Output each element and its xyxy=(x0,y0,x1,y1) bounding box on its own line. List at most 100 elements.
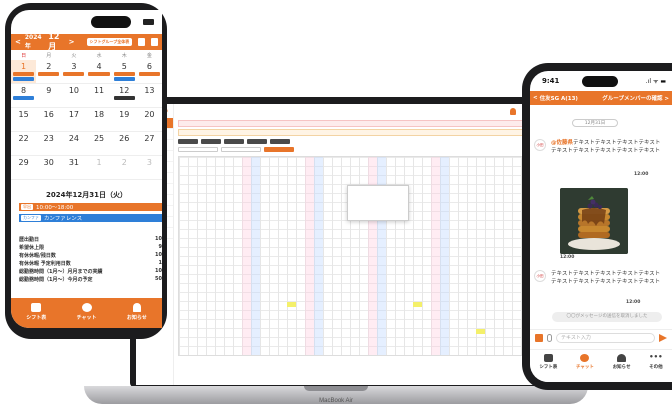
calendar-day[interactable]: 11 xyxy=(86,84,112,108)
shift-tag xyxy=(113,72,135,76)
battery-icon xyxy=(143,19,154,25)
attachment-icon[interactable] xyxy=(547,333,552,342)
day-number: 22 xyxy=(18,134,29,143)
calendar-day[interactable]: 16 xyxy=(36,108,62,132)
calendar-day[interactable]: 12 xyxy=(111,84,137,108)
filter-select[interactable] xyxy=(178,147,218,152)
mention[interactable]: @佐藤県 xyxy=(551,140,573,146)
day-number: 19 xyxy=(119,110,130,119)
tab-shift[interactable]: シフト表 xyxy=(26,303,46,321)
day-number: 11 xyxy=(93,86,105,95)
message-bubble[interactable]: テキストテキストテキストテキストテキストテキストテキストテキストテキストテキスト xyxy=(548,268,664,288)
calendar-day[interactable]: 1 xyxy=(11,60,37,84)
shift-event[interactable]: 早出 10:00～18:00 xyxy=(19,203,162,211)
message-time: 12:00 xyxy=(626,300,641,305)
calendar-day[interactable]: 3 xyxy=(61,60,87,84)
event-text: カンファレンス xyxy=(43,216,83,222)
apply-button[interactable] xyxy=(264,147,294,152)
toolbar-button[interactable] xyxy=(178,139,198,144)
shift-table[interactable] xyxy=(178,156,530,356)
calendar-day[interactable]: 26 xyxy=(111,132,137,156)
highlight-cell xyxy=(476,329,485,334)
shift-tag xyxy=(13,77,35,81)
tab-notice[interactable]: お知らせ xyxy=(613,354,630,370)
calendar-header: < 2024年 12月 > シフトグループ全体表 xyxy=(11,32,162,51)
day-number: 31 xyxy=(68,158,79,167)
toolbar-button[interactable] xyxy=(247,139,267,144)
calendar-day[interactable]: 19 xyxy=(111,108,137,132)
group-shift-button[interactable]: シフトグループ全体表 xyxy=(86,38,133,46)
calendar-day[interactable]: 22 xyxy=(11,132,37,156)
toolbar xyxy=(178,139,530,144)
day-number: 15 xyxy=(18,110,29,119)
calendar-icon xyxy=(31,303,42,312)
weekday-label: 水 xyxy=(96,53,102,59)
tab-shift[interactable]: シフト表 xyxy=(539,354,557,370)
tab-chat[interactable]: チャット xyxy=(77,303,97,321)
calendar-day[interactable]: 23 xyxy=(36,132,62,156)
prev-month-button[interactable]: < xyxy=(15,38,21,46)
day-number: 1 xyxy=(96,158,102,167)
day-number: 27 xyxy=(144,134,155,143)
calendar-day[interactable]: 6 xyxy=(136,60,162,84)
day-number: 5 xyxy=(121,62,127,71)
summary-label: 総勤務時間（1月〜）月月までの実績 xyxy=(19,269,103,275)
tab-label: シフト表 xyxy=(539,365,558,370)
calendar-day[interactable]: 18 xyxy=(86,108,112,132)
day-number: 10 xyxy=(68,86,79,95)
conference-event[interactable]: カンファ カンファレンス xyxy=(19,214,162,222)
calendar-day[interactable]: 10 xyxy=(61,84,87,108)
calendar-view-icon[interactable] xyxy=(138,38,146,46)
event-badge: カンファ xyxy=(21,215,41,221)
selected-date-title: 2024年12月31日（火） xyxy=(46,191,127,199)
day-number: 1 xyxy=(21,62,27,71)
toolbar-button[interactable] xyxy=(201,139,221,144)
calendar-day[interactable]: 24 xyxy=(61,132,87,156)
calendar-day[interactable]: 13 xyxy=(136,84,162,108)
calendar-day[interactable]: 15 xyxy=(11,108,37,132)
laptop-notch xyxy=(304,386,368,391)
weekend-column xyxy=(431,157,440,355)
message-bubble[interactable]: @佐藤県テキストテキストテキストテキストテキストテキストテキストテキストテキスト xyxy=(548,137,664,157)
bell-icon[interactable] xyxy=(510,107,516,115)
tab-other[interactable]: ••• その他 xyxy=(649,354,663,371)
day-number: 13 xyxy=(144,86,155,95)
shift-tag xyxy=(113,96,135,100)
back-button[interactable]: < xyxy=(533,95,538,101)
chat-icon xyxy=(81,303,92,312)
send-icon[interactable] xyxy=(659,333,667,342)
message-time: 12:00 xyxy=(634,172,649,177)
calendar-day[interactable]: 20 xyxy=(136,108,162,132)
member-confirm-link[interactable]: グループメンバーの確認 > xyxy=(602,94,669,102)
list-view-icon[interactable] xyxy=(151,38,158,46)
calendar-day[interactable]: 2 xyxy=(36,60,62,84)
image-icon[interactable] xyxy=(535,333,543,342)
weekend-column xyxy=(440,157,449,355)
day-number: 18 xyxy=(93,110,105,119)
message-input[interactable]: テキスト入力 xyxy=(556,332,655,343)
calendar-day[interactable]: 2 xyxy=(111,156,137,180)
tab-label: シフト表 xyxy=(26,315,47,321)
avatar[interactable]: 小田 xyxy=(534,270,546,282)
calendar-day[interactable]: 25 xyxy=(86,132,112,156)
calendar-day[interactable]: 4 xyxy=(86,60,112,84)
calendar-day[interactable]: 9 xyxy=(36,84,62,108)
calendar-day[interactable]: 5 xyxy=(111,60,137,84)
toolbar-button[interactable] xyxy=(270,139,290,144)
filter-select[interactable] xyxy=(221,147,261,152)
calendar-day[interactable]: 8 xyxy=(11,84,37,108)
next-month-button[interactable]: > xyxy=(69,38,75,46)
calendar-day[interactable]: 3 xyxy=(136,156,162,180)
toolbar-button[interactable] xyxy=(224,139,244,144)
calendar-day[interactable]: 17 xyxy=(61,108,87,132)
calendar-day[interactable]: 29 xyxy=(11,156,37,180)
tab-chat[interactable]: チャット xyxy=(576,354,594,370)
calendar-day[interactable]: 30 xyxy=(36,156,62,180)
calendar-day[interactable]: 31 xyxy=(61,156,87,180)
tab-notice[interactable]: お知らせ xyxy=(127,303,147,321)
calendar-day[interactable]: 1 xyxy=(86,156,112,180)
avatar[interactable]: 小田 xyxy=(534,139,546,151)
pancake-photo[interactable] xyxy=(560,188,628,254)
calendar-day[interactable]: 27 xyxy=(136,132,162,156)
message-text: テキストテキストテキストテキストテキストテキストテキストテキストテキストテキスト xyxy=(551,271,661,285)
